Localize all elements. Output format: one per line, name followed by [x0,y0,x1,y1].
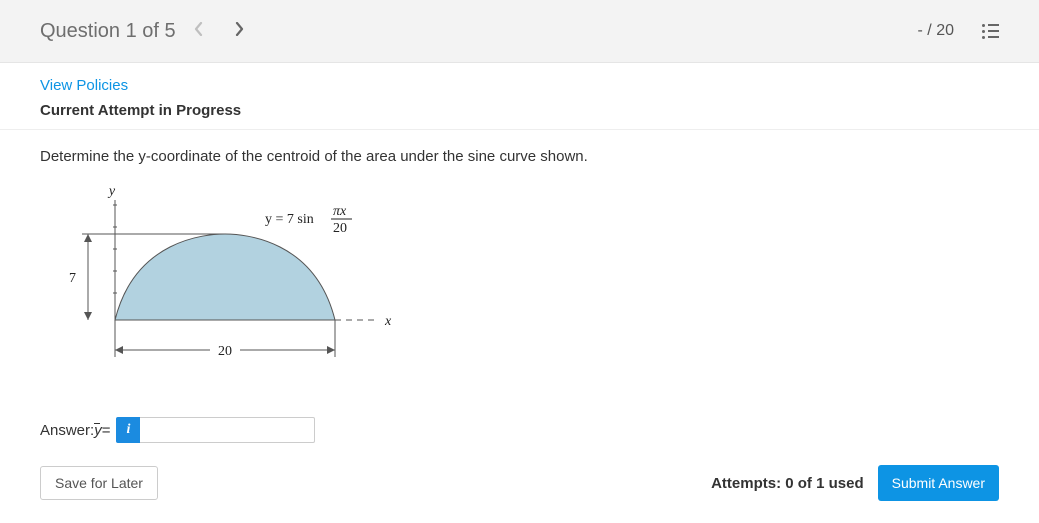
attempt-status: Current Attempt in Progress [40,102,999,119]
answer-input[interactable] [140,417,315,443]
score-display: - / 20 [918,22,954,40]
view-policies-link[interactable]: View Policies [40,77,128,94]
equation-denominator: 20 [333,221,347,236]
prev-question-button[interactable] [194,22,204,41]
next-question-button[interactable] [234,22,244,41]
equation-prefix: y = 7 sin [265,212,314,227]
question-counter: Question 1 of 5 [40,20,176,43]
submit-answer-button[interactable]: Submit Answer [878,465,999,501]
answer-symbol: y [94,422,102,439]
equation-numerator: πx [333,204,347,219]
y-axis-label: y [107,185,116,199]
answer-label: Answer: [40,422,94,439]
answer-equals: = [102,422,111,439]
width-dimension: 20 [218,344,232,359]
question-figure: y x 7 20 y = 7 sin [40,185,999,389]
save-for-later-button[interactable]: Save for Later [40,466,158,500]
height-dimension: 7 [69,271,76,286]
question-prompt: Determine the y-coordinate of the centro… [40,148,999,165]
question-list-icon[interactable] [982,24,999,39]
attempts-used: Attempts: 0 of 1 used [711,475,864,492]
info-icon[interactable]: i [116,417,140,443]
x-axis-label: x [384,314,392,329]
